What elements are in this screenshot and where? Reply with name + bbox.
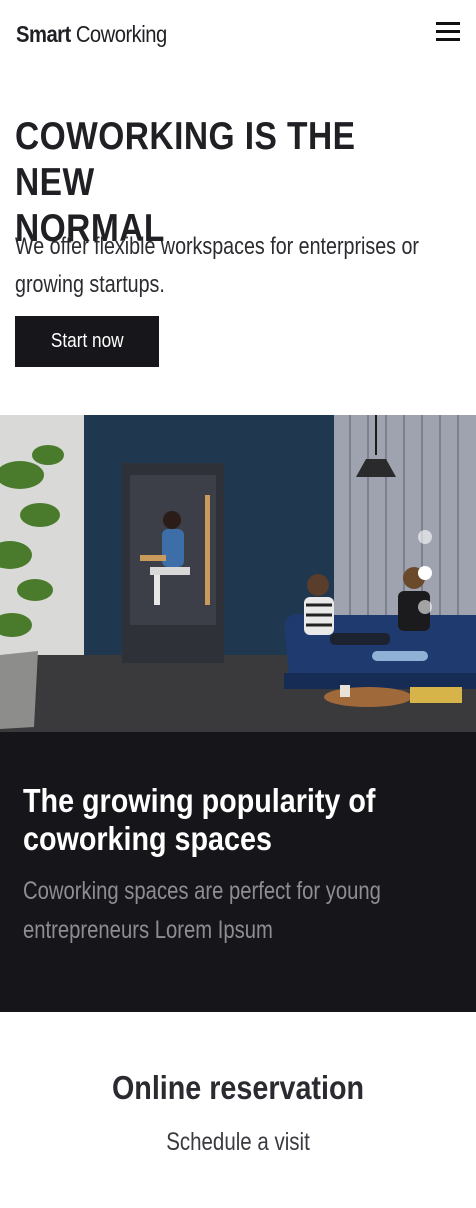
carousel-dot[interactable]	[418, 600, 432, 614]
start-now-label: Start now	[50, 330, 124, 352]
brand-logo[interactable]: Smart Coworking	[16, 20, 167, 48]
brand-light-text: Coworking	[75, 21, 167, 47]
reservation-title: Online reservation	[111, 1069, 365, 1106]
carousel-dot[interactable]	[418, 530, 432, 544]
reservation-subtitle: Schedule a visit	[166, 1128, 310, 1156]
hamburger-menu-icon[interactable]	[436, 22, 460, 42]
hero-subtitle: We offer flexible workspaces for enterpr…	[15, 233, 419, 298]
feature-text: Coworking spaces are perfect for young e…	[23, 877, 381, 944]
carousel-dots	[418, 530, 432, 620]
start-now-button[interactable]: Start now	[15, 316, 159, 367]
brand-bold-text: Smart	[16, 21, 71, 47]
site-header: Smart Coworking	[0, 0, 476, 70]
feature-section: The growing popularity of coworking spac…	[0, 732, 476, 1012]
carousel-dot-active[interactable]	[418, 566, 432, 580]
coworking-lounge-photo	[0, 415, 476, 732]
feature-title: The growing popularity of coworking spac…	[23, 782, 376, 857]
